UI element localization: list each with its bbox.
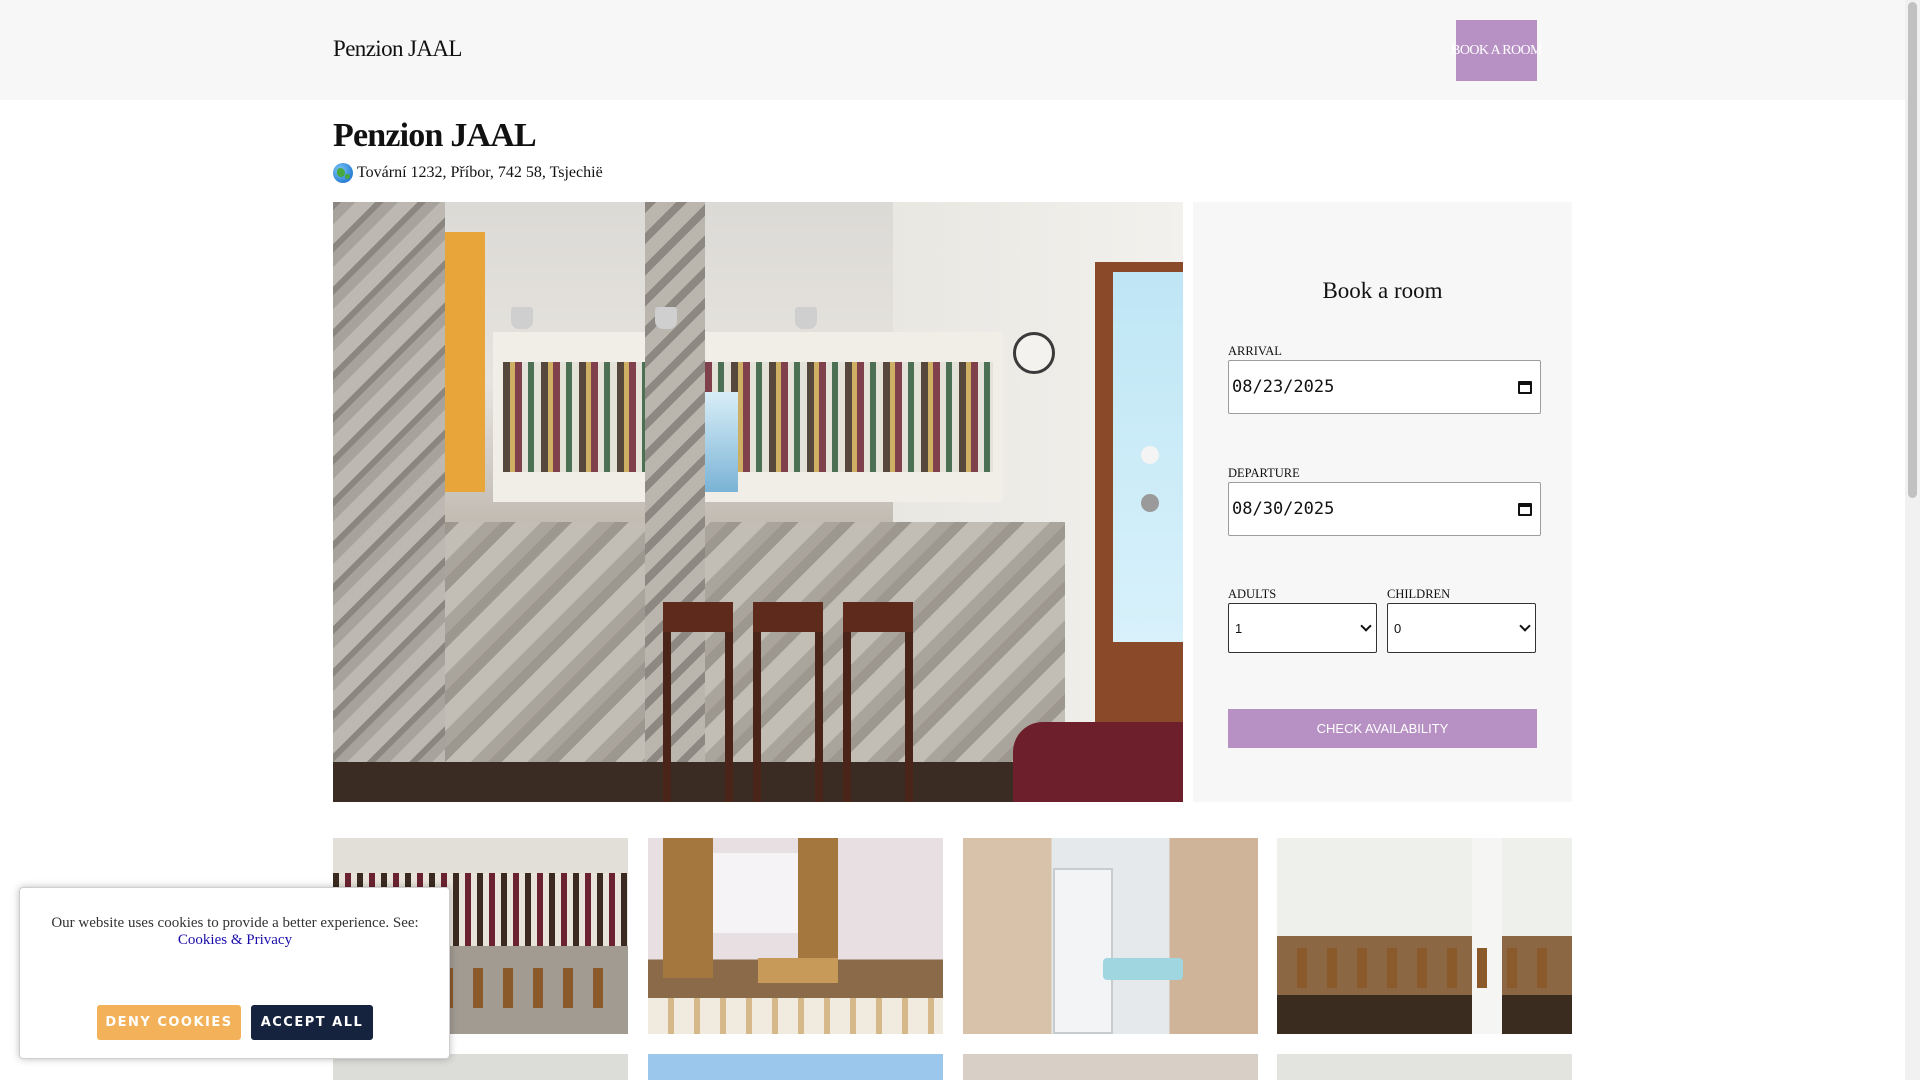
gallery-thumbnail[interactable]: [1277, 838, 1572, 1034]
address-text: Tovární 1232, Příbor, 742 58, Tsjechië: [357, 164, 603, 181]
children-value: 0: [1394, 620, 1402, 636]
deny-cookies-button[interactable]: DENY COOKIES: [97, 1005, 241, 1040]
hero-lamp: [511, 307, 533, 329]
page-title: Penzion JAAL: [333, 117, 537, 154]
thumb-sink: [1103, 958, 1183, 980]
thumb-window: [713, 853, 798, 933]
booking-heading: Book a room: [1322, 278, 1443, 303]
hero-chair-blanket: [1013, 722, 1183, 802]
arrival-label: ARRIVAL: [1228, 344, 1282, 358]
thumb-bed: [648, 998, 943, 1034]
arrival-date-input[interactable]: 08/23/2025: [1228, 360, 1541, 414]
globe-icon: [333, 163, 353, 183]
thumb-curtain: [798, 838, 838, 978]
cookies-privacy-link[interactable]: Cookies & Privacy: [178, 932, 292, 948]
site-brand[interactable]: Penzion JAAL: [333, 36, 462, 62]
thumb-chairs: [1297, 948, 1557, 988]
booking-panel: Book a room ARRIVAL 08/23/2025 DEPARTURE…: [1193, 202, 1572, 802]
hero-bar-stool: [663, 602, 733, 802]
adults-select[interactable]: 1: [1228, 603, 1377, 653]
thumb-table: [758, 958, 838, 983]
calendar-icon[interactable]: [1518, 380, 1532, 394]
hero-orange-wall: [445, 232, 485, 492]
hero-door-left: [333, 202, 445, 802]
gallery-thumbnail[interactable]: [963, 1054, 1258, 1080]
thumb-shower: [1053, 868, 1113, 1034]
clock-icon: [1013, 332, 1055, 374]
property-address: Tovární 1232, Příbor, 742 58, Tsjechië: [333, 163, 603, 183]
thumb-pillar: [1472, 838, 1502, 1034]
adults-value: 1: [1235, 620, 1243, 636]
gallery-thumbnail[interactable]: [648, 1054, 943, 1080]
hero-bar-stool: [843, 602, 913, 802]
scrollbar-thumb[interactable]: [1908, 2, 1917, 498]
calendar-icon[interactable]: [1518, 502, 1532, 516]
cookie-message: Our website uses cookies to provide a be…: [40, 915, 430, 949]
accept-all-button[interactable]: ACCEPT ALL: [251, 1005, 373, 1040]
check-availability-button[interactable]: CHECK AVAILABILITY: [1228, 709, 1537, 748]
thumb-curtain: [663, 838, 713, 978]
hero-bottles: [503, 362, 993, 472]
hero-dot: [1141, 446, 1159, 464]
gallery-thumbnail[interactable]: [963, 838, 1258, 1034]
arrival-date-value: 08/23/2025: [1232, 377, 1335, 397]
site-header: Penzion JAAL BOOK A ROOM: [0, 0, 1905, 100]
departure-date-value: 08/30/2025: [1232, 499, 1335, 519]
hero-photo[interactable]: [333, 202, 1183, 802]
gallery-thumbnail[interactable]: [648, 838, 943, 1034]
book-a-room-button[interactable]: BOOK A ROOM: [1451, 20, 1542, 81]
hero-bar-stool: [753, 602, 823, 802]
hero-lamp: [795, 307, 817, 329]
children-label: CHILDREN: [1387, 587, 1451, 601]
chevron-down-icon: [1360, 620, 1372, 632]
departure-label: DEPARTURE: [1228, 466, 1300, 480]
adults-label: ADULTS: [1228, 587, 1277, 601]
cookie-text: Our website uses cookies to provide a be…: [51, 915, 419, 931]
gallery-thumbnail[interactable]: [1277, 1054, 1572, 1080]
hero-lamp: [655, 307, 677, 329]
chevron-down-icon: [1519, 620, 1531, 632]
departure-date-input[interactable]: 08/30/2025: [1228, 482, 1541, 536]
children-select[interactable]: 0: [1387, 603, 1536, 653]
cookie-banner: Our website uses cookies to provide a be…: [19, 887, 450, 1059]
page-scrollbar[interactable]: [1905, 0, 1920, 1080]
hero-dot: [1141, 494, 1159, 512]
